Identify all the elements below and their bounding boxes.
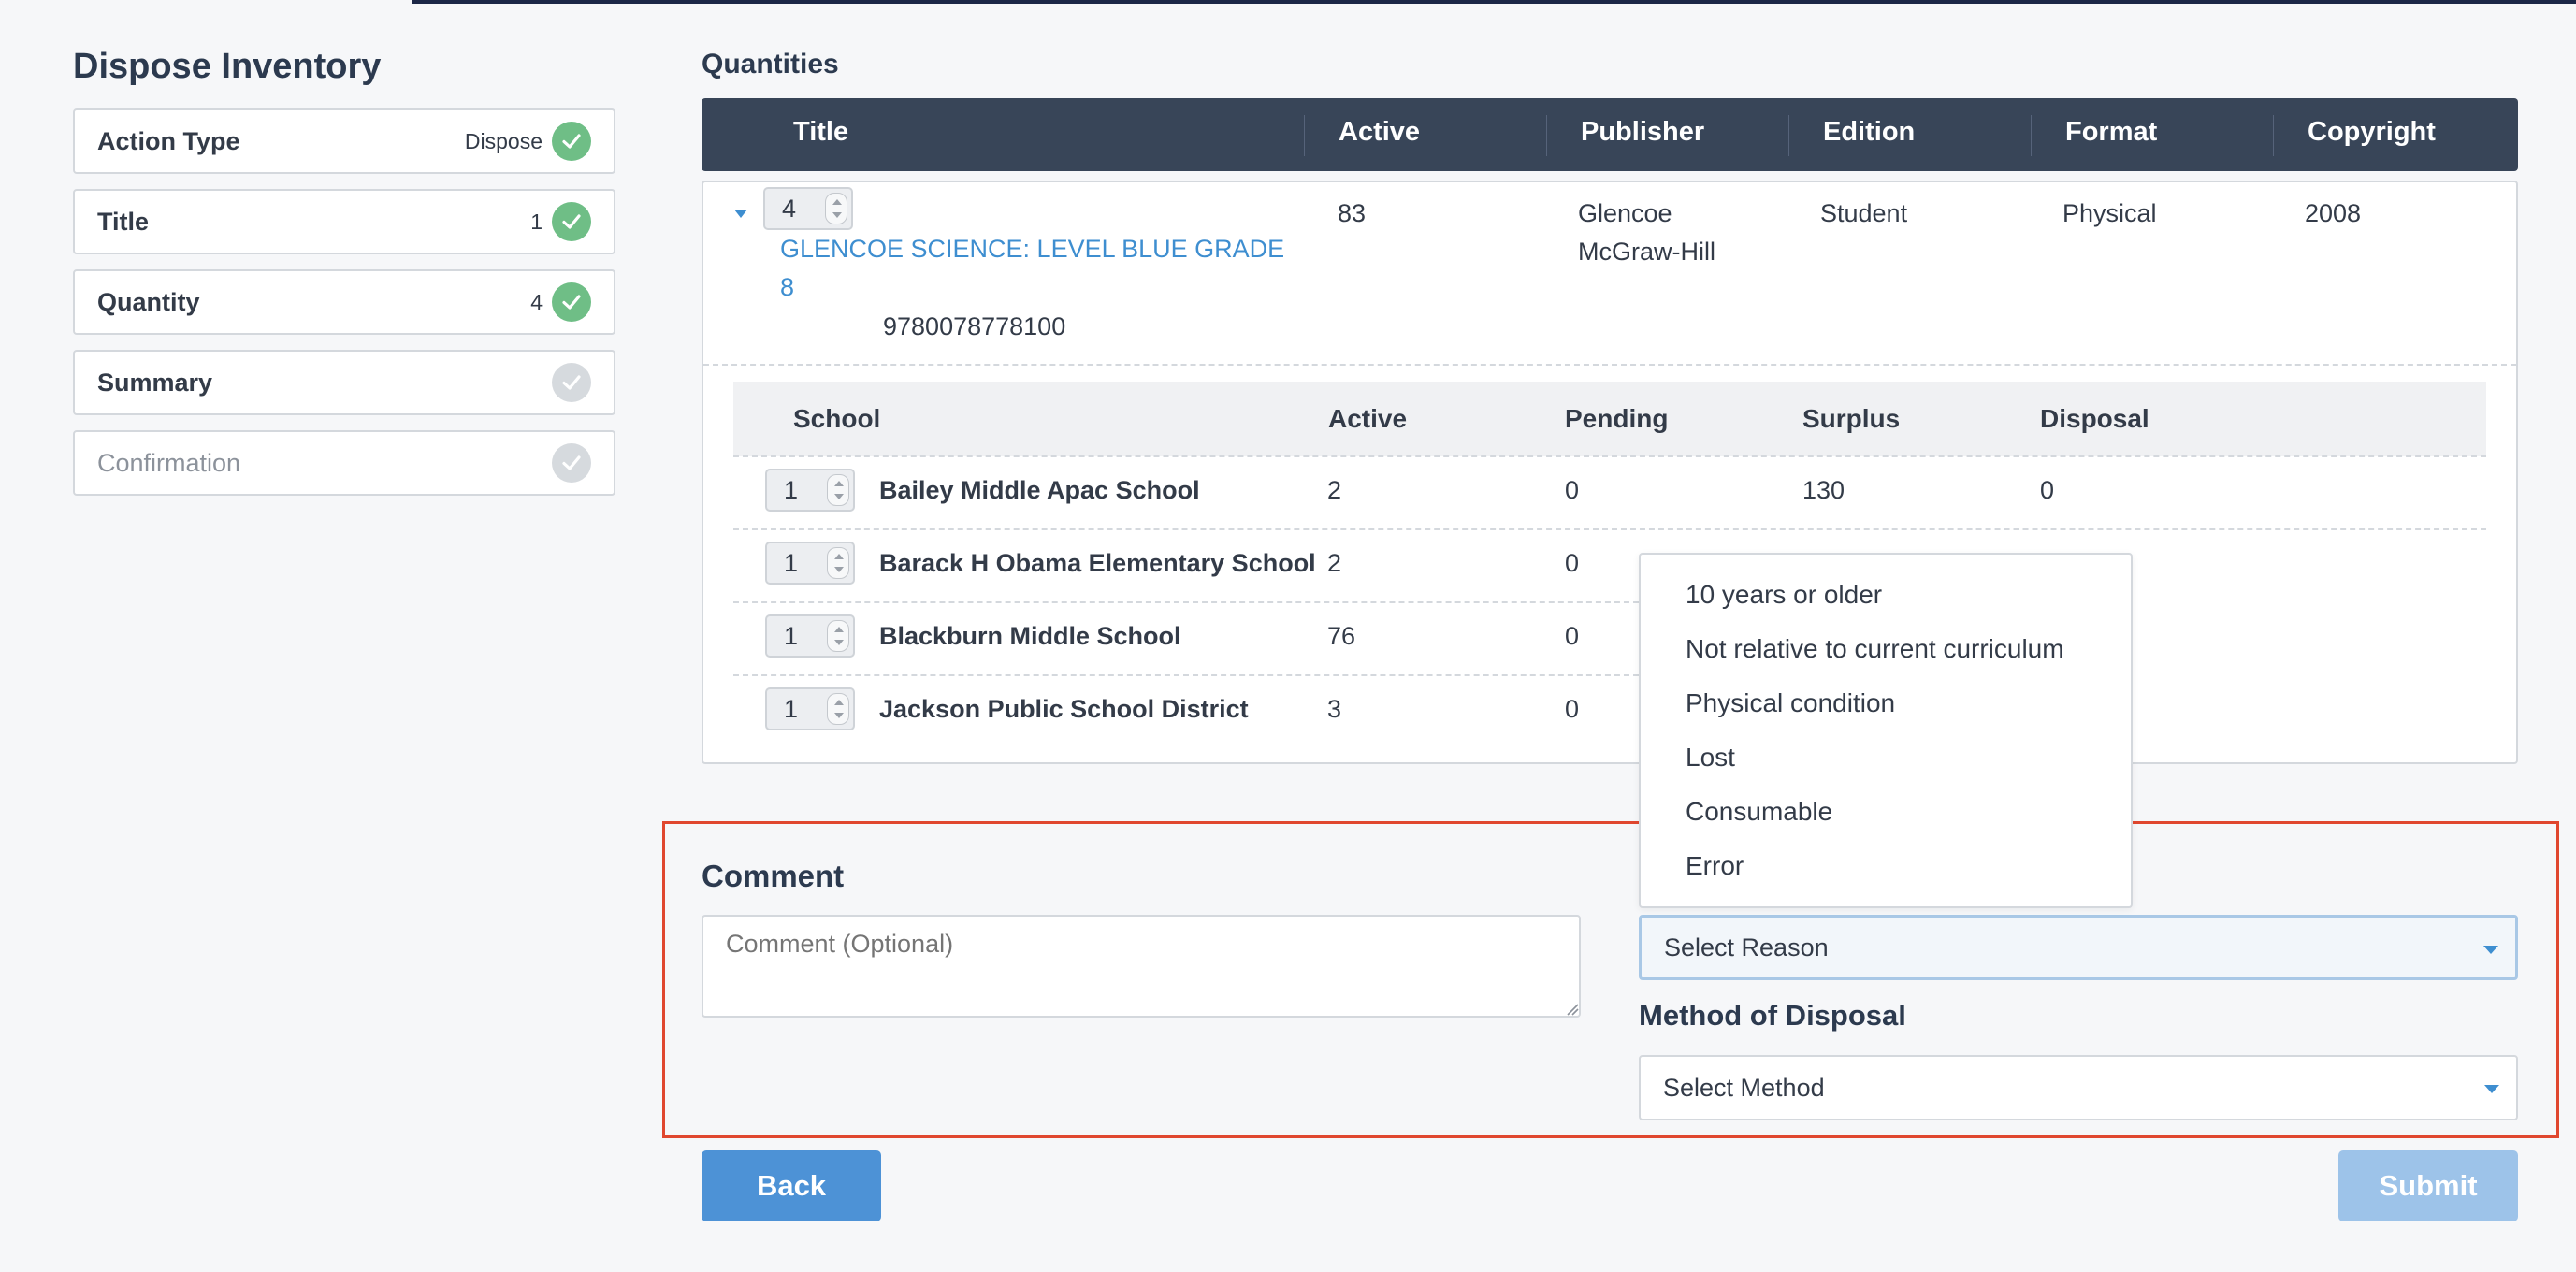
check-circle-icon [552, 443, 591, 483]
chevron-down-icon [2483, 946, 2498, 954]
stepper-arrows-icon[interactable] [827, 620, 849, 652]
reason-option[interactable]: Consumable [1686, 797, 1832, 827]
school-active: 2 [1327, 549, 1342, 577]
column-header-publisher[interactable]: Publisher [1581, 117, 1704, 148]
quantities-heading: Quantities [702, 49, 839, 80]
step-label: Action Type [97, 126, 240, 155]
step-label: Quantity [97, 287, 200, 316]
check-circle-icon [552, 282, 591, 322]
quantities-table-header: Title Active Publisher Edition Format Co… [702, 98, 2518, 171]
reason-option[interactable]: Error [1686, 851, 1744, 881]
column-header-title[interactable]: Title [793, 117, 848, 148]
method-select[interactable]: Select Method [1639, 1055, 2518, 1120]
row-divider [733, 674, 1639, 676]
column-header-copyright[interactable]: Copyright [2308, 117, 2436, 148]
school-name: Blackburn Middle School [879, 622, 1181, 650]
step-label: Confirmation [97, 448, 241, 477]
title-quantity-stepper[interactable]: 4 [763, 187, 853, 230]
stepper-arrows-icon[interactable] [825, 193, 847, 224]
publisher-line2: McGraw-Hill [1578, 238, 1715, 266]
stepper-arrows-icon[interactable] [827, 474, 849, 506]
school-surplus: 130 [1802, 476, 1845, 504]
method-label: Method of Disposal [1639, 999, 1906, 1032]
school-pending: 0 [1565, 476, 1580, 504]
school-quantity-stepper[interactable]: 1 [765, 687, 855, 730]
reason-option[interactable]: 10 years or older [1686, 580, 1882, 610]
step-label: Title [97, 207, 150, 236]
reason-option[interactable]: Lost [1686, 743, 1735, 773]
row-divider [733, 528, 2486, 530]
school-name: Jackson Public School District [879, 695, 1249, 723]
copyright: 2008 [2305, 199, 2362, 227]
column-header-edition[interactable]: Edition [1823, 117, 1915, 148]
book-title-link-line2[interactable]: 8 [780, 273, 794, 302]
publisher-line1: Glencoe [1578, 199, 1672, 227]
stepper-value: 4 [782, 195, 797, 223]
reason-option[interactable]: Physical condition [1686, 688, 1895, 718]
school-name: Bailey Middle Apac School [879, 476, 1200, 504]
chevron-down-icon [2484, 1085, 2499, 1093]
stepper-arrows-icon[interactable] [827, 547, 849, 579]
stepper-value: 1 [784, 622, 799, 650]
submit-button[interactable]: Submit [2338, 1150, 2518, 1221]
school-active: 76 [1327, 622, 1356, 650]
row-divider [733, 601, 1639, 603]
column-header-surplus: Surplus [1802, 404, 1901, 433]
resize-grip-icon[interactable] [1566, 1003, 1579, 1016]
quantities-table-body [702, 181, 2518, 764]
check-circle-icon [552, 363, 591, 402]
check-circle-icon [552, 122, 591, 161]
school-active: 2 [1327, 476, 1342, 504]
step-label: Summary [97, 368, 213, 397]
school-name: Barack H Obama Elementary School [879, 549, 1316, 577]
school-quantity-stepper[interactable]: 1 [765, 469, 855, 512]
isbn: 9780078778100 [883, 312, 1066, 340]
column-header-format[interactable]: Format [2065, 117, 2157, 148]
step-value: Dispose [464, 128, 543, 153]
reason-select-value: Select Reason [1664, 932, 1829, 961]
step-value: 4 [530, 289, 543, 314]
school-pending: 0 [1565, 549, 1580, 577]
format: Physical [2062, 199, 2157, 227]
caret-down-icon[interactable] [732, 208, 749, 225]
row-divider [703, 364, 2516, 366]
comment-label: Comment [702, 859, 845, 893]
school-quantity-stepper[interactable]: 1 [765, 542, 855, 585]
step-value: 1 [530, 209, 543, 234]
reason-option[interactable]: Not relative to current curriculum [1686, 634, 2064, 664]
step-quantity[interactable]: Quantity 4 [73, 269, 615, 335]
step-action-type[interactable]: Action Type Dispose [73, 108, 615, 174]
method-select-value: Select Method [1663, 1073, 1825, 1102]
edition: Student [1820, 199, 1908, 227]
check-circle-icon [552, 202, 591, 241]
school-active: 3 [1327, 695, 1342, 723]
school-pending: 0 [1565, 695, 1580, 723]
school-pending: 0 [1565, 622, 1580, 650]
stepper-value: 1 [784, 695, 799, 723]
column-header-school: School [793, 404, 881, 433]
reason-select[interactable]: Select Reason [1639, 915, 2518, 980]
column-header-disposal: Disposal [2040, 404, 2149, 433]
stepper-value: 1 [784, 476, 799, 504]
column-header-school-active: Active [1328, 404, 1408, 433]
page-title: Dispose Inventory [73, 47, 382, 86]
stepper-arrows-icon[interactable] [827, 693, 849, 725]
step-title[interactable]: Title 1 [73, 189, 615, 254]
step-summary[interactable]: Summary [73, 350, 615, 415]
step-confirmation: Confirmation [73, 430, 615, 496]
back-button[interactable]: Back [702, 1150, 881, 1221]
book-title-link[interactable]: GLENCOE SCIENCE: LEVEL BLUE GRADE [780, 235, 1284, 264]
title-active: 83 [1338, 199, 1367, 227]
reason-dropdown-menu: 10 years or older Not relative to curren… [1639, 553, 2133, 908]
row-divider [733, 455, 2486, 457]
school-disposal: 0 [2040, 476, 2055, 504]
stepper-value: 1 [784, 549, 799, 577]
column-header-active[interactable]: Active [1339, 117, 1420, 148]
comment-input[interactable] [702, 915, 1581, 1018]
top-progress-bar [412, 0, 2576, 4]
school-table-header: School Active Pending Surplus Disposal [733, 382, 2486, 456]
column-header-pending: Pending [1565, 404, 1669, 433]
school-quantity-stepper[interactable]: 1 [765, 614, 855, 658]
